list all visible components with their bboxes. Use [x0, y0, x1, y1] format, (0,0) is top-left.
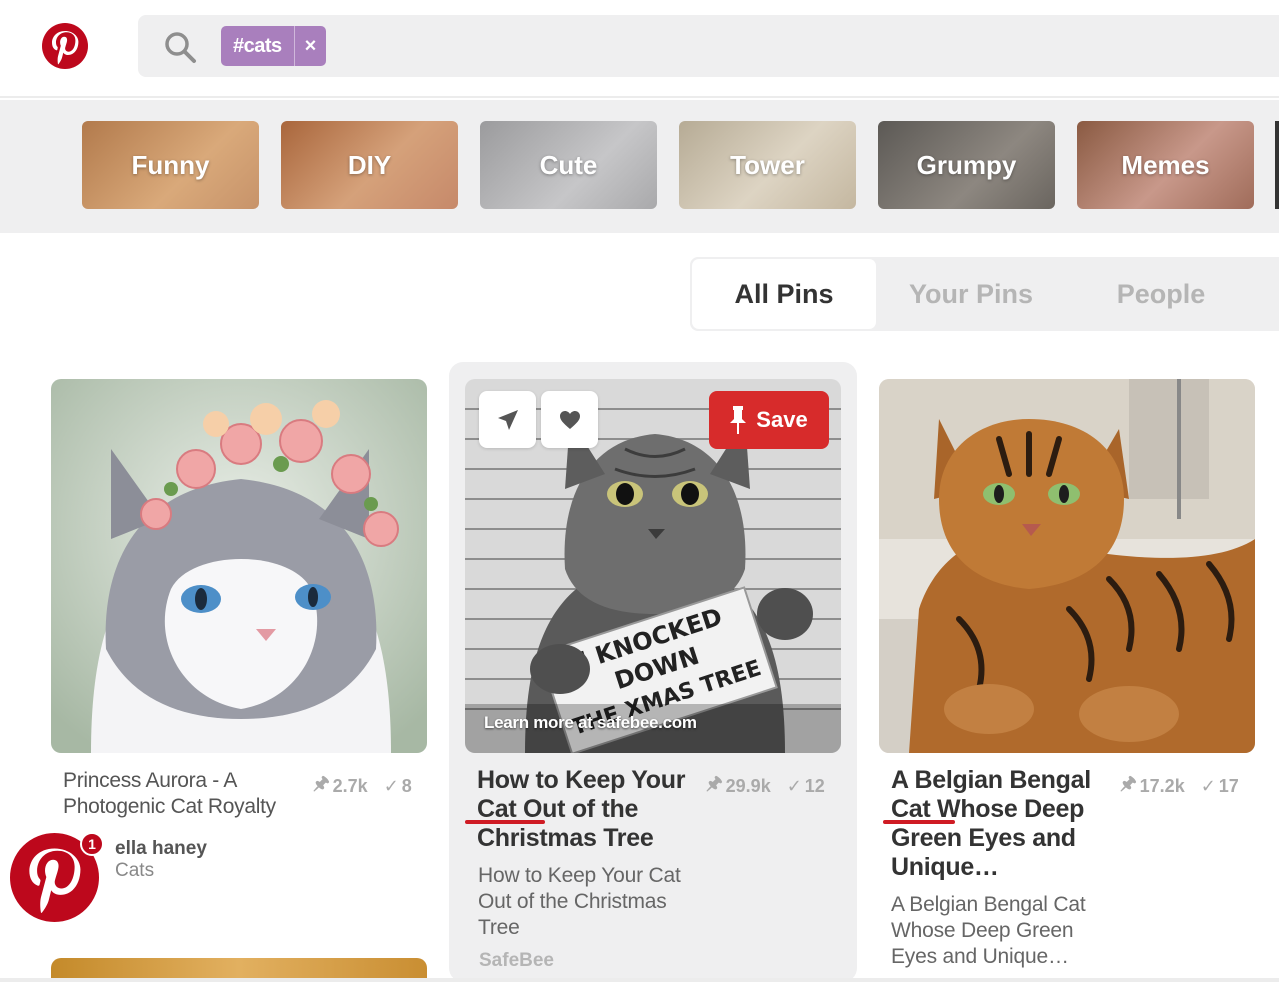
pin-source[interactable]: SafeBee: [479, 950, 554, 972]
pin-saves-count: 2.7k: [332, 775, 368, 796]
guide-overflow-edge: [1275, 121, 1279, 209]
results-tabs: All Pins Your Pins People: [690, 257, 1279, 331]
pin-title[interactable]: Princess Aurora - A Photogenic Cat Royal…: [63, 768, 303, 820]
guide-label: Tower: [730, 149, 805, 180]
guide-grumpy[interactable]: Grumpy: [878, 121, 1055, 209]
search-bar[interactable]: #cats ×: [138, 15, 1279, 77]
pin-checks-count: 12: [804, 775, 825, 796]
pinner-name[interactable]: ella haney: [115, 838, 207, 860]
send-icon: [497, 409, 518, 430]
pushpin-icon: [730, 406, 747, 434]
pin-saves-count: 17.2k: [1139, 775, 1185, 796]
pin-checks-count: 8: [401, 775, 412, 796]
pin-icon: 🖈: [313, 773, 330, 793]
pin-description: A Belgian Bengal Cat Whose Deep Green Ey…: [891, 893, 1086, 968]
check-icon: ✓: [383, 775, 399, 796]
pin-saves-count: 29.9k: [725, 775, 771, 796]
annotation-underline: [883, 820, 955, 824]
tab-all-pins[interactable]: All Pins: [692, 259, 876, 329]
search-chip-label: #cats: [233, 35, 282, 57]
notification-badge: 1: [80, 832, 104, 856]
pinner-board[interactable]: Cats: [115, 860, 154, 882]
pin-description: How to Keep Your Cat Out of the Christma…: [478, 864, 681, 939]
pin-stats: 🖈 2.7k ✓ 8: [313, 771, 412, 801]
pin-stats: 🖈 29.9k ✓ 12: [706, 771, 825, 801]
check-icon: ✓: [1200, 775, 1216, 796]
check-icon: ✓: [786, 775, 802, 796]
save-button[interactable]: Save: [709, 391, 829, 449]
header: #cats ×: [0, 0, 1279, 98]
pin-checks: ✓ 17: [1201, 771, 1239, 801]
pin-image-princess-aurora[interactable]: [51, 379, 427, 753]
search-chip[interactable]: #cats ×: [221, 26, 326, 66]
tab-your-pins[interactable]: Your Pins: [878, 259, 1064, 329]
pin-saves: 🖈 17.2k: [1120, 771, 1185, 801]
guide-memes[interactable]: Memes: [1077, 121, 1254, 209]
annotation-underline: [465, 820, 545, 824]
guide-label: Funny: [131, 149, 210, 180]
guide-label: Grumpy: [916, 149, 1017, 180]
guide-label: Cute: [539, 149, 598, 180]
save-button-label: Save: [756, 407, 808, 432]
heart-icon: [559, 410, 580, 429]
guide-diy[interactable]: DIY: [281, 121, 458, 209]
guide-label: DIY: [347, 149, 392, 180]
pin-title[interactable]: How to Keep Your Cat Out of the Christma…: [477, 766, 702, 853]
guide-cute[interactable]: Cute: [480, 121, 657, 209]
pinterest-logo-icon[interactable]: [42, 23, 88, 69]
pin-checks: ✓ 8: [384, 771, 412, 801]
pin-title[interactable]: A Belgian Bengal Cat Whose Deep Green Ey…: [891, 766, 1116, 882]
pin-image-bengal-cat[interactable]: [879, 379, 1255, 753]
like-button[interactable]: [541, 391, 598, 448]
pin-icon: 🖈: [1120, 773, 1137, 793]
send-button[interactable]: [479, 391, 536, 448]
bottom-divider: [0, 978, 1279, 982]
guided-search-bar: Funny DIY Cute Tower Grumpy Memes: [0, 100, 1279, 233]
guide-tower[interactable]: Tower: [679, 121, 856, 209]
search-icon: [165, 32, 196, 63]
pin-checks: ✓ 12: [787, 771, 825, 801]
tab-people[interactable]: People: [1068, 259, 1254, 329]
pin-icon: 🖈: [706, 773, 723, 793]
chip-remove-icon[interactable]: ×: [293, 26, 326, 66]
image-caption: Learn more at safebee.com: [484, 713, 697, 732]
guide-label: Memes: [1121, 149, 1210, 180]
pin-saves: 🖈 2.7k: [313, 771, 368, 801]
pin-saves: 🖈 29.9k: [706, 771, 771, 801]
pin-stats: 🖈 17.2k ✓ 17: [1120, 771, 1239, 801]
guide-funny[interactable]: Funny: [82, 121, 259, 209]
pin-checks-count: 17: [1218, 775, 1239, 796]
